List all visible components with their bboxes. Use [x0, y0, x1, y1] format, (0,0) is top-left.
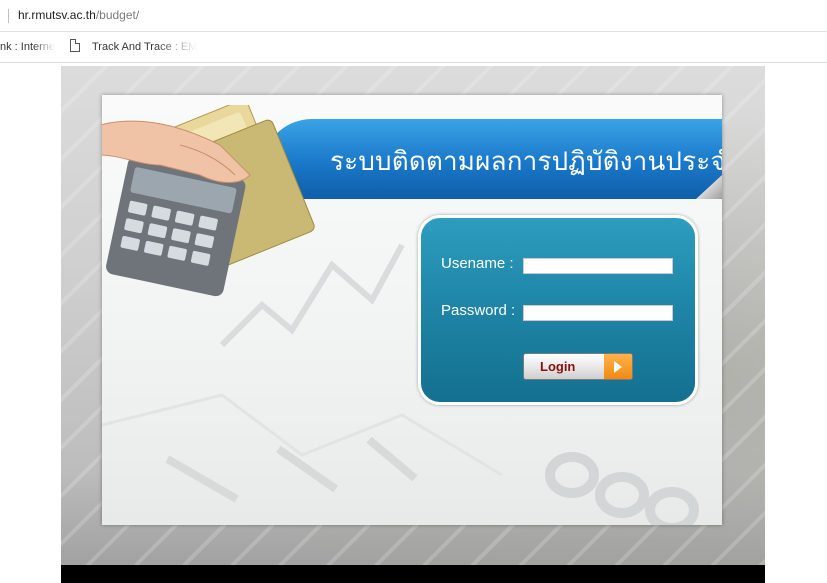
page-title: ระบบติดตามผลการปฏิบัติงานประจำปี — [330, 147, 722, 177]
address-bar[interactable]: hr.rmutsv.ac.th/budget/ — [0, 0, 827, 32]
login-page-panel: ระบบติดตามผลการปฏิบัติงานประจำปี Usename… — [102, 95, 722, 525]
password-label: Password : — [441, 302, 516, 319]
address-bar-separator — [8, 9, 9, 23]
url-text[interactable]: hr.rmutsv.ac.th/budget/ — [18, 8, 139, 22]
bookmarks-bar: nk : Interne Track And Trace : EM — [0, 33, 827, 63]
money-calculator-image — [102, 105, 315, 297]
username-input[interactable] — [523, 258, 673, 274]
bookmark-track-and-trace[interactable]: Track And Trace : EM — [92, 41, 197, 53]
page-viewport: ระบบติดตามผลการปฏิบัติงานประจำปี Usename… — [61, 66, 765, 583]
bookmark-internet[interactable]: nk : Interne — [0, 41, 55, 53]
page-icon — [70, 39, 80, 52]
login-form: Usename : Password : Login — [418, 215, 698, 405]
login-button[interactable]: Login — [523, 353, 633, 380]
arrow-right-icon — [604, 354, 632, 379]
username-label: Usename : — [441, 255, 514, 272]
url-host: hr.rmutsv.ac.th — [18, 8, 96, 22]
page-bottom-bar — [61, 565, 765, 583]
url-path: /budget/ — [95, 8, 140, 22]
password-input[interactable] — [523, 305, 673, 321]
login-button-label: Login — [540, 359, 576, 374]
title-banner: ระบบติดตามผลการปฏิบัติงานประจำปี — [262, 119, 722, 199]
